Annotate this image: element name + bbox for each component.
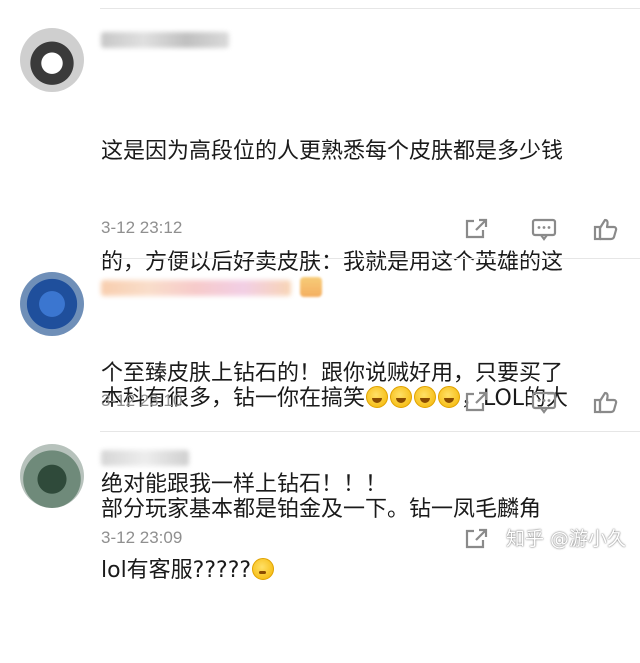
comment-time: 3-12 23:10 xyxy=(101,391,183,410)
comment-actions xyxy=(462,214,622,244)
avatar[interactable] xyxy=(20,444,84,508)
share-icon[interactable] xyxy=(462,526,490,552)
username-blurred[interactable] xyxy=(101,450,189,466)
comment-line: 的，方便以后好卖皮肤：我就是用这个英雄的这 xyxy=(101,250,564,275)
comment-meta: 3-12 23:10 xyxy=(101,387,622,417)
thumbs-up-icon[interactable] xyxy=(592,216,620,242)
top-divider xyxy=(100,8,640,9)
comment-icon[interactable] xyxy=(530,216,558,242)
divider xyxy=(100,431,640,432)
comment-meta: 3-12 23:12 xyxy=(101,214,622,244)
comment-time: 3-12 23:12 xyxy=(101,218,183,237)
comment-time: 3-12 23:09 xyxy=(101,528,183,547)
comment-text: lol有客服????? xyxy=(101,478,621,663)
comment-line: 这是因为高段位的人更熟悉每个皮肤都是多少钱 xyxy=(101,139,564,164)
username-blurred[interactable] xyxy=(101,280,291,296)
comment-segment: lol有客服????? xyxy=(101,558,252,583)
divider xyxy=(100,258,640,259)
comment-actions xyxy=(462,387,622,417)
user-badge-icon xyxy=(300,277,322,297)
share-icon[interactable] xyxy=(462,389,490,415)
share-icon[interactable] xyxy=(462,216,490,242)
thinking-emoji-icon xyxy=(252,558,275,580)
watermark: 知乎 @游小久 xyxy=(506,528,627,550)
comment-line: lol有客服????? xyxy=(101,552,621,589)
comment-icon[interactable] xyxy=(530,389,558,415)
avatar[interactable] xyxy=(20,272,84,336)
avatar[interactable] xyxy=(20,28,84,92)
username-blurred[interactable] xyxy=(101,32,229,48)
thumbs-up-icon[interactable] xyxy=(592,389,620,415)
